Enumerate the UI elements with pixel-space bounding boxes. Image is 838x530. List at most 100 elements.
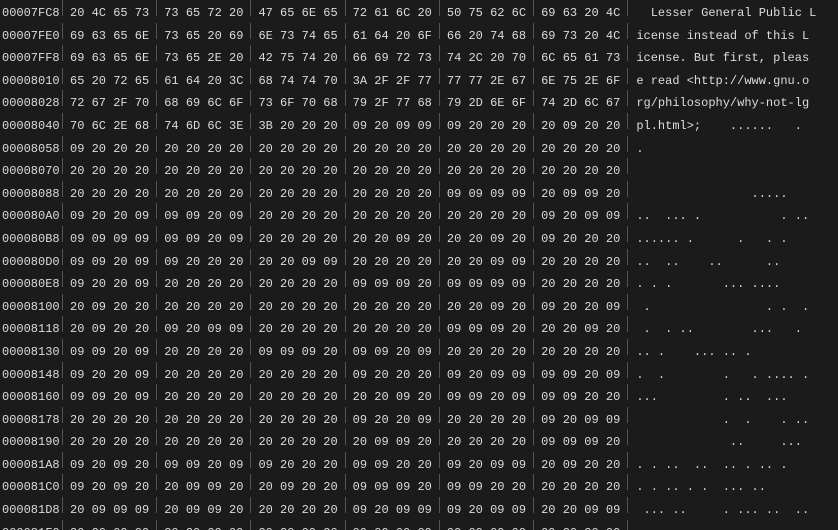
- hex-group: 68 69 6C 6F: [157, 95, 250, 113]
- hex-group: 20 20 20 20: [346, 163, 439, 181]
- hex-group: 20 20 20 20: [346, 141, 439, 159]
- ascii-column: . . . .: [628, 299, 838, 317]
- hex-group: 20 20 20 20: [251, 208, 344, 226]
- hex-group: 20 20 09 09: [157, 525, 250, 530]
- hex-group: 20 4C 65 73: [63, 5, 156, 23]
- hex-group: 42 75 74 20: [251, 50, 344, 68]
- hex-group: 20 20 20 20: [63, 186, 156, 204]
- hex-group: 20 20 20 20: [534, 141, 627, 159]
- hex-group: 09 20 09 09: [346, 502, 439, 520]
- offset: 00008100: [0, 299, 62, 317]
- hex-group: 09 09 20 09: [63, 254, 156, 272]
- hex-group: 09 20 09 09: [534, 412, 627, 430]
- hexdump-view[interactable]: 00007FC820 4C 65 7373 65 72 2047 65 6E 6…: [0, 0, 838, 530]
- ascii-column: . . .. .. .. . .. .: [628, 457, 838, 475]
- hex-group: 68 74 74 70: [251, 73, 344, 91]
- hex-row: 0000814809 20 20 0920 20 20 2020 20 20 2…: [0, 362, 838, 385]
- hex-group: 20 20 20 20: [346, 299, 439, 317]
- hex-group: 09 20 09 09: [157, 321, 250, 339]
- hex-group: 20 20 20 20: [157, 434, 250, 452]
- hex-row: 000081D820 09 09 0920 09 09 2020 20 20 2…: [0, 497, 838, 520]
- hex-group: 79 2D 6E 6F: [440, 95, 533, 113]
- offset: 00008130: [0, 344, 62, 362]
- hex-row: 000080E809 20 20 0920 20 20 2020 20 20 2…: [0, 271, 838, 294]
- hex-group: 20 20 20 20: [157, 163, 250, 181]
- hex-group: 09 20 20 20: [534, 231, 627, 249]
- hex-group: 6E 75 2E 6F: [534, 73, 627, 91]
- offset: 000081C0: [0, 479, 62, 497]
- hex-group: 20 09 09 20: [157, 502, 250, 520]
- hex-group: 09 09 09 20: [251, 344, 344, 362]
- hex-group: 3B 20 20 20: [251, 118, 344, 136]
- ascii-column: rg/philosophy/why-not-lg: [628, 95, 838, 113]
- hex-group: 09 09 20 09: [534, 367, 627, 385]
- hex-group: 74 2C 20 70: [440, 50, 533, 68]
- hex-group: 72 67 2F 70: [63, 95, 156, 113]
- ascii-column: .....: [628, 186, 838, 204]
- hex-group: 20 20 20 20: [534, 163, 627, 181]
- hex-group: 09 09 09 09: [440, 276, 533, 294]
- hex-group: 09 20 09 09: [440, 502, 533, 520]
- offset: 00008070: [0, 163, 62, 181]
- hex-group: 20 20 20 20: [440, 208, 533, 226]
- hex-group: 20 20 20 20: [534, 254, 627, 272]
- hex-group: 61 64 20 3C: [157, 73, 250, 91]
- ascii-column: ... . .. ...: [628, 389, 838, 407]
- hex-group: 69 73 20 4C: [534, 28, 627, 46]
- hex-group: 20 20 20 20: [251, 186, 344, 204]
- hex-group: 20 20 09 09: [440, 254, 533, 272]
- hex-group: 20 09 20 20: [534, 457, 627, 475]
- hex-row: 000081C009 20 09 2020 09 09 2020 09 20 2…: [0, 474, 838, 497]
- hex-group: 6C 65 61 73: [534, 50, 627, 68]
- hex-group: 09 20 20 09: [534, 299, 627, 317]
- hex-group: 09 09 20 09: [346, 344, 439, 362]
- hex-group: 09 20 20 20: [440, 118, 533, 136]
- hex-group: 20 20 20 20: [251, 502, 344, 520]
- offset: 00008088: [0, 186, 62, 204]
- hex-group: 09 20 20 20: [63, 141, 156, 159]
- offset: 000080D0: [0, 254, 62, 272]
- hex-group: 79 2F 77 68: [346, 95, 439, 113]
- hex-group: 20 20 20 20: [157, 299, 250, 317]
- hex-group: 69 63 65 6E: [63, 50, 156, 68]
- hex-group: 20 20 09 09: [251, 254, 344, 272]
- hex-row: 0000811820 09 20 2009 20 09 0920 20 20 2…: [0, 316, 838, 339]
- hex-group: 73 6F 70 68: [251, 95, 344, 113]
- hex-group: 47 65 6E 65: [251, 5, 344, 23]
- hex-group: 20 20 20 20: [251, 389, 344, 407]
- offset: 00008010: [0, 73, 62, 91]
- hex-group: 50 75 62 6C: [440, 5, 533, 23]
- offset: 00008028: [0, 95, 62, 113]
- hex-group: 66 69 72 73: [346, 50, 439, 68]
- ascii-column: .. ...: [628, 434, 838, 452]
- hex-group: 09 09 20 09: [157, 208, 250, 226]
- hex-group: 20 20 20 20: [157, 389, 250, 407]
- hex-group: 20 20 20 20: [63, 434, 156, 452]
- hex-group: 09 09 09 09: [440, 186, 533, 204]
- hex-group: 09 09 20 20: [440, 479, 533, 497]
- hex-group: 20 20 20 20: [534, 344, 627, 362]
- hex-row: 0000810020 09 20 2020 20 20 2020 20 20 2…: [0, 294, 838, 317]
- hex-group: 20 09 09 20: [157, 479, 250, 497]
- hex-row: 000080A009 20 20 0909 09 20 0920 20 20 2…: [0, 203, 838, 226]
- hex-group: 09 20 09 09: [346, 118, 439, 136]
- ascii-column: .. .. .. ..: [628, 254, 838, 272]
- ascii-column: icense. But first, pleas: [628, 50, 838, 68]
- hex-row: 00007FF869 63 65 6E73 65 2E 2042 75 74 2…: [0, 45, 838, 68]
- hex-group: 66 20 74 68: [440, 28, 533, 46]
- hex-group: 20 09 20 20: [251, 479, 344, 497]
- hex-group: 20 20 20 20: [440, 141, 533, 159]
- hex-row: 0000802872 67 2F 7068 69 6C 6F73 6F 70 6…: [0, 90, 838, 113]
- hex-group: 20 20 20 20: [157, 276, 250, 294]
- ascii-column: ...... . . . .: [628, 231, 838, 249]
- hex-group: 73 65 2E 20: [157, 50, 250, 68]
- offset: 00007FC8: [0, 5, 62, 23]
- hex-group: 69 63 65 6E: [63, 28, 156, 46]
- hex-group: 09 20 20 09: [534, 525, 627, 530]
- offset: 00008190: [0, 434, 62, 452]
- hex-group: 20 20 20 20: [157, 367, 250, 385]
- hex-group: 09 20 09 09: [440, 367, 533, 385]
- hex-row: 0000817820 20 20 2020 20 20 2020 20 20 2…: [0, 407, 838, 430]
- hex-group: 09 09 20 09: [157, 457, 250, 475]
- hex-group: 09 20 20 20: [157, 254, 250, 272]
